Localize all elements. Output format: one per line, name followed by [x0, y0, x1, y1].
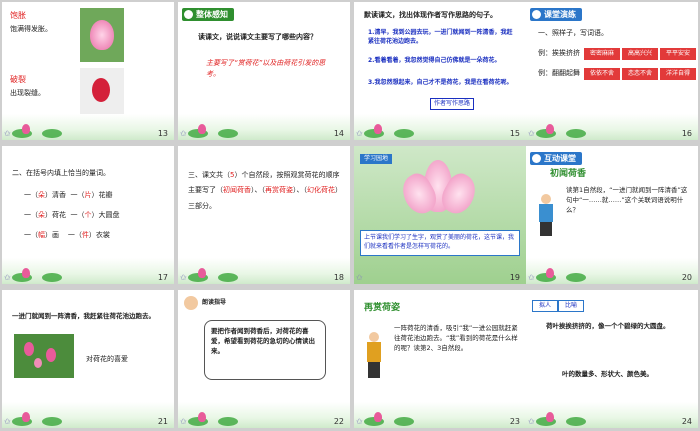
measure-row-3: 一（幅）画 一（件）衣裳 — [24, 231, 110, 239]
slide-thumbnail-13[interactable]: 饱胀 饱满得发胀。 破裂 出现裂缝。 ✩ 13 — [2, 2, 174, 140]
slide-thumbnail-18[interactable]: 三、课文共（5）个自然段，按照观赏荷花的顺序主要写了（初闻荷香）、（再赏荷姿）、… — [178, 146, 350, 284]
lotus-footer — [526, 114, 698, 140]
teacher-figure — [364, 332, 384, 380]
answer-text: 主要写了“赏荷花”以及由荷花引发的思考。 — [206, 59, 326, 78]
example-1: 例：挨挨挤挤 — [538, 49, 580, 57]
lesson-caption: 上节课我们学习了生字，观赏了美丽的荷花，这节课，我们就来看看作者是怎样写荷花的。 — [360, 230, 520, 256]
subsection-title: 再赏荷姿 — [364, 303, 401, 313]
measure-row-2: 一（朵）荷花 一（个）大圆盘 — [24, 211, 120, 219]
section-header: 课堂演练 — [530, 8, 582, 21]
lotus-footer — [2, 258, 174, 284]
slide-number: 19 — [509, 273, 520, 282]
guidance-text: 要把作者闻到荷香后，对荷花的喜爱，希望看到荷花的急切的心情读出来。 — [211, 327, 315, 355]
path-sentence-1: 1.清早，我到公园去玩，一进门就闻到一阵清香，我赶紧往荷花池边跑去。 — [368, 29, 513, 45]
slide-number: 20 — [681, 273, 692, 282]
word-box-4: 依依不舍 — [584, 68, 620, 80]
reading-prompt: 一阵荷花的清香，吸引“我”一进公园就赶紧往荷花池边跑去。“我”看到的荷花是什么样… — [394, 324, 518, 352]
subsection-title: 初闻荷香 — [550, 169, 587, 179]
slide-thumbnail-14[interactable]: 整体感知 读课文，说说课文主要写了哪些内容？ 主要写了“赏荷花”以及由荷花引发的… — [178, 2, 350, 140]
slide-sorter-grid: 饱胀 饱满得发胀。 破裂 出现裂缝。 ✩ 13 整体感知 读课文，说说课文主要写… — [0, 0, 700, 431]
lotus-footer — [2, 114, 174, 140]
guidance-box: 要把作者闻到荷香后，对荷花的喜爱，希望看到荷花的急切的心情读出来。 — [204, 320, 326, 380]
emotion-label: 对荷花的喜爱 — [86, 355, 128, 363]
quote-line: 一进门就闻到一阵清香，我赶紧往荷花池边跑去。 — [12, 312, 155, 320]
lotus-footer — [178, 114, 350, 140]
slide-number: 18 — [333, 273, 344, 282]
question-body: 读第1自然段，“一进门就闻到一阵清香”这句中“一……就……”这个关联词语说明什么… — [566, 186, 688, 214]
path-sentence-2: 2.看着看着，我忽然觉得自己仿佛就是一朵荷花。 — [368, 57, 501, 64]
slide-star-icon: ✩ — [528, 417, 535, 426]
section-header: 整体感知 — [182, 8, 234, 21]
slide-thumbnail-17[interactable]: 二、在括号内填上恰当的量词。 一（朵）清香 一（片）花瓣 一（朵）荷花 一（个）… — [2, 146, 174, 284]
word-box-2: 高高兴兴 — [622, 48, 658, 60]
slide-star-icon: ✩ — [528, 273, 535, 282]
tag-metaphor: 比喻 — [558, 300, 585, 312]
bud-photo — [80, 8, 124, 62]
lotus-footer — [178, 402, 350, 428]
slide-number: 23 — [509, 417, 520, 426]
slide-star-icon: ✩ — [180, 273, 187, 282]
paragraph-question: 三、课文共（5）个自然段，按照观赏荷花的顺序主要写了（初闻荷香）、（再赏荷姿）、… — [188, 171, 342, 210]
lotus-pond-photo — [14, 334, 74, 378]
slide-thumbnail-16[interactable]: 课堂演练 一、照样子，写词语。 例：挨挨挤挤 例：翻翻起舞 密密麻麻 高高兴兴 … — [526, 2, 698, 140]
section-tag: 朗读指导 — [202, 299, 227, 306]
path-tag: 作者写作思路 — [430, 98, 475, 110]
word-box-5: 恋恋不舍 — [622, 68, 658, 80]
slide-star-icon: ✩ — [180, 129, 187, 138]
word-box-6: 洋洋自得 — [660, 68, 696, 80]
slide-star-icon: ✩ — [4, 129, 11, 138]
slide-thumbnail-23[interactable]: 再赏荷姿 一阵荷花的清香，吸引“我”一进公园就赶紧往荷花池边跑去。“我”看到的荷… — [354, 290, 526, 428]
word-box-3: 平平安安 — [660, 48, 696, 60]
slide-thumbnail-21[interactable]: 一进门就闻到一阵清香，我赶紧往荷花池边跑去。 对荷花的喜爱 ✩ 21 — [2, 290, 174, 428]
lotus-footer — [354, 402, 526, 428]
slide-number: 15 — [509, 129, 520, 138]
slide-star-icon: ✩ — [528, 129, 535, 138]
slide-star-icon: ✩ — [356, 273, 363, 282]
slide-thumbnail-22[interactable]: 朗读指导 要把作者闻到荷香后，对荷花的喜爱，希望看到荷花的急切的心情读出来。 ✩… — [178, 290, 350, 428]
slide-star-icon: ✩ — [356, 129, 363, 138]
def-polie: 出现裂缝。 — [10, 89, 45, 97]
slide-number: 13 — [157, 129, 168, 138]
slide-number: 22 — [333, 417, 344, 426]
lotus-footer — [178, 258, 350, 284]
slide-thumbnail-20[interactable]: 互动课堂 初闻荷香 读第1自然段，“一进门就闻到一阵清香”这句中“一……就……”… — [526, 146, 698, 284]
slide-thumbnail-24[interactable]: 拟人 比喻 荷叶挨挨挤挤的，像一个个碧绿的大圆盘。 叶的数量多、形状大、颜色美。… — [526, 290, 698, 428]
measure-row-1: 一（朵）清香 一（片）花瓣 — [24, 191, 113, 199]
word-polie: 破裂 — [10, 75, 26, 84]
lotus-footer — [526, 258, 698, 284]
sentence-text: 荷叶挨挨挤挤的，像一个个碧绿的大圆盘。 — [546, 322, 670, 330]
question-text: 默读课文，找出体现作者写作思路的句子。 — [364, 11, 497, 19]
section-tag: 学习园地 — [360, 154, 393, 164]
slide-number: 24 — [681, 417, 692, 426]
slide-thumbnail-19[interactable]: 学习园地 上节课我们学习了生字，观赏了美丽的荷花，这节课，我们就来看看作者是怎样… — [354, 146, 526, 284]
slide-number: 14 — [333, 129, 344, 138]
teacher-figure — [536, 194, 556, 238]
lotus-footer — [2, 402, 174, 428]
question-text: 二、在括号内填上恰当的量词。 — [12, 169, 110, 177]
analysis-text: 叶的数量多、形状大、颜色美。 — [562, 370, 653, 378]
slide-star-icon: ✩ — [4, 417, 11, 426]
tag-personification: 拟人 — [532, 300, 559, 312]
slide-thumbnail-15[interactable]: 默读课文，找出体现作者写作思路的句子。 1.清早，我到公园去玩，一进门就闻到一阵… — [354, 2, 526, 140]
slide-star-icon: ✩ — [180, 417, 187, 426]
reading-icon — [184, 296, 198, 310]
word-box-1: 密密麻麻 — [584, 48, 620, 60]
example-2: 例：翻翻起舞 — [538, 69, 580, 77]
slide-number: 16 — [681, 129, 692, 138]
path-sentence-3: 3.我忽然想起来，自己才不是荷花，我是在看荷花呢。 — [368, 79, 513, 86]
slide-star-icon: ✩ — [4, 273, 11, 282]
lotus-illustration — [394, 156, 484, 226]
def-baozhang: 饱满得发胀。 — [10, 25, 52, 33]
slide-number: 17 — [157, 273, 168, 282]
question-text: 读课文，说说课文主要写了哪些内容？ — [198, 33, 317, 41]
question-text: 一、照样子，写词语。 — [538, 29, 608, 37]
slide-star-icon: ✩ — [356, 417, 363, 426]
slide-number: 21 — [157, 417, 168, 426]
word-baozhang: 饱胀 — [10, 11, 26, 20]
lotus-footer — [354, 114, 526, 140]
rose-photo — [80, 68, 124, 116]
section-header: 互动课堂 — [530, 152, 582, 165]
lotus-footer — [526, 402, 698, 428]
